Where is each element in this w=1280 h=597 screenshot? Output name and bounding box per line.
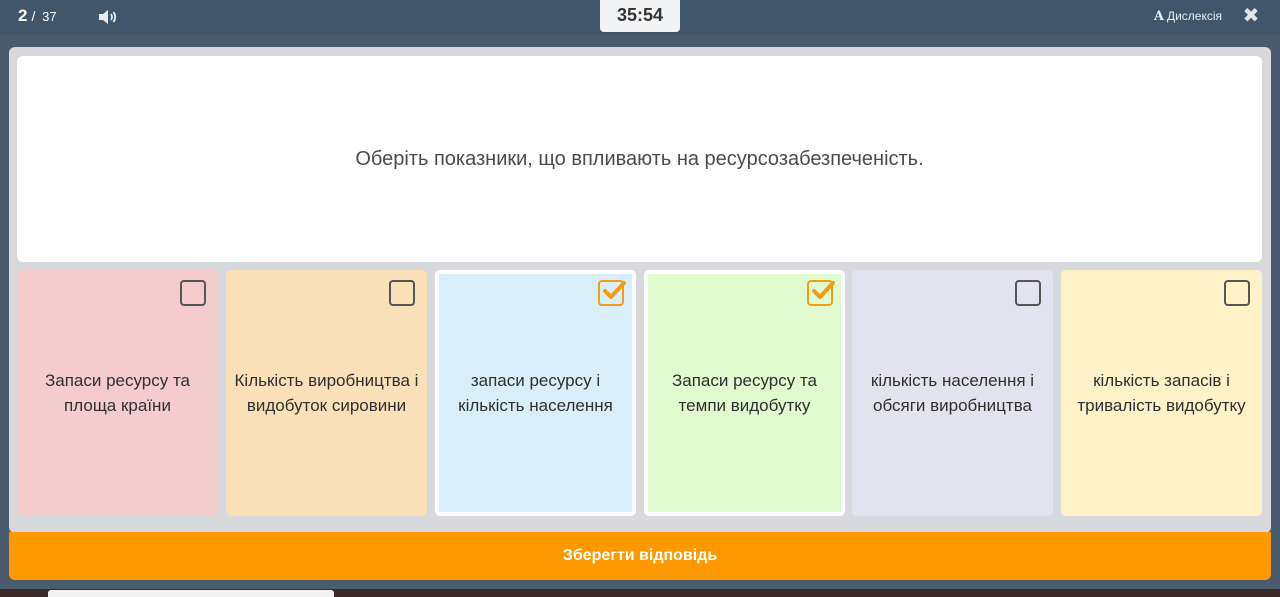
answer-option-label-line2: площа країни <box>64 396 171 415</box>
answer-option-label-line2: кількість населення <box>458 396 613 415</box>
checkbox-icon[interactable] <box>389 280 415 306</box>
checkbox-icon[interactable] <box>1224 280 1250 306</box>
answer-option-label-line1: Запаси ресурсу та <box>44 371 191 390</box>
save-answer-button[interactable]: Зберегти відповідь <box>9 532 1271 580</box>
answer-option-label: Запаси ресурсу та темпи видобутку <box>672 368 817 418</box>
answer-option-label: запаси ресурсу і кількість населення <box>458 368 613 418</box>
browser-search-field[interactable] <box>48 590 334 597</box>
answer-option-label-line2: темпи видобутку <box>678 396 811 415</box>
checkbox-checked-icon[interactable] <box>598 280 626 306</box>
dyslexia-toggle[interactable]: A Дислексія <box>1154 9 1222 24</box>
answer-option[interactable]: запаси ресурсу і кількість населення <box>435 270 636 516</box>
question-card: Оберіть показники, що впливають на ресур… <box>17 56 1262 262</box>
answer-option-label: Запаси ресурсу та площа країни <box>45 368 190 418</box>
checkbox-checked-icon[interactable] <box>807 280 835 306</box>
browser-bottom-strip <box>0 589 1280 597</box>
answer-option-label-line2: видобуток сировини <box>246 396 407 415</box>
question-counter: 2/ 37 <box>18 6 57 26</box>
answer-option-label-line1: Запаси ресурсу та <box>671 371 818 390</box>
total-questions: 37 <box>42 9 57 24</box>
answer-option-label-line1: кількість запасів і <box>1093 371 1230 390</box>
answer-option-label: кількість населення і обсяги виробництва <box>871 368 1034 418</box>
timer: 35:54 <box>600 0 680 32</box>
answer-option-label-line1: кількість населення і <box>870 371 1035 390</box>
answer-option[interactable]: Запаси ресурсу та площа країни <box>17 270 218 516</box>
checkbox-icon[interactable] <box>1015 280 1041 306</box>
question-text: Оберіть показники, що впливають на ресур… <box>355 147 924 170</box>
answer-option-label-line1: запаси ресурсу і <box>470 371 601 390</box>
close-icon[interactable]: ✖ <box>1241 5 1261 27</box>
top-bar: 2/ 37 35:54 A Дислексія ✖ <box>0 0 1280 34</box>
answer-option-label-line2: обсяги виробництва <box>872 396 1032 415</box>
answer-option[interactable]: кількість населення і обсяги виробництва <box>852 270 1053 516</box>
answer-option[interactable]: кількість запасів і тривалість видобутку <box>1061 270 1262 516</box>
answer-option[interactable]: Запаси ресурсу та темпи видобутку <box>644 270 845 516</box>
dyslexia-label: Дислексія <box>1166 9 1222 23</box>
counter-separator: / <box>31 8 36 24</box>
answer-option-label-line1: Кількість виробництва і <box>234 371 419 390</box>
dyslexia-letter: A <box>1153 9 1164 24</box>
checkbox-icon[interactable] <box>180 280 206 306</box>
answer-option-label-line2: тривалість видобутку <box>1077 396 1246 415</box>
answer-option[interactable]: Кількість виробництва і видобуток сировин… <box>226 270 427 516</box>
speaker-icon[interactable] <box>97 8 119 26</box>
answer-option-label: Кількість виробництва і видобуток сировин… <box>235 368 419 418</box>
current-question-number: 2 <box>18 6 28 25</box>
answer-option-label: кількість запасів і тривалість видобутку <box>1077 368 1245 418</box>
